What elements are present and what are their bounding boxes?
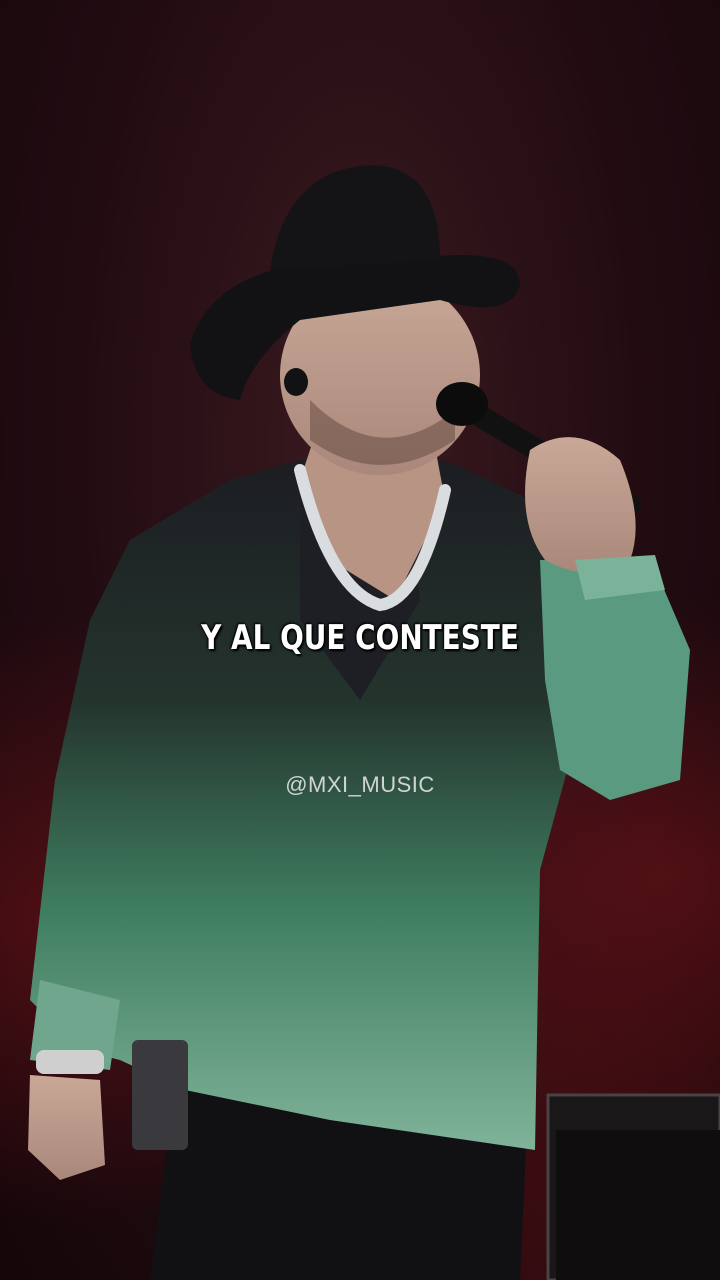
- in-ear-monitor: [284, 368, 308, 396]
- left-hand: [28, 1075, 105, 1180]
- right-hand: [525, 437, 636, 573]
- bracelet: [36, 1050, 104, 1074]
- video-frame: Y AL QUE CONTESTE @MXI_MUSIC: [0, 0, 720, 1280]
- watermark: @MXI_MUSIC: [285, 772, 435, 797]
- belt-pack: [132, 1040, 188, 1150]
- lyric-caption: Y AL QUE CONTESTE: [201, 618, 519, 658]
- hat-crown: [270, 165, 440, 270]
